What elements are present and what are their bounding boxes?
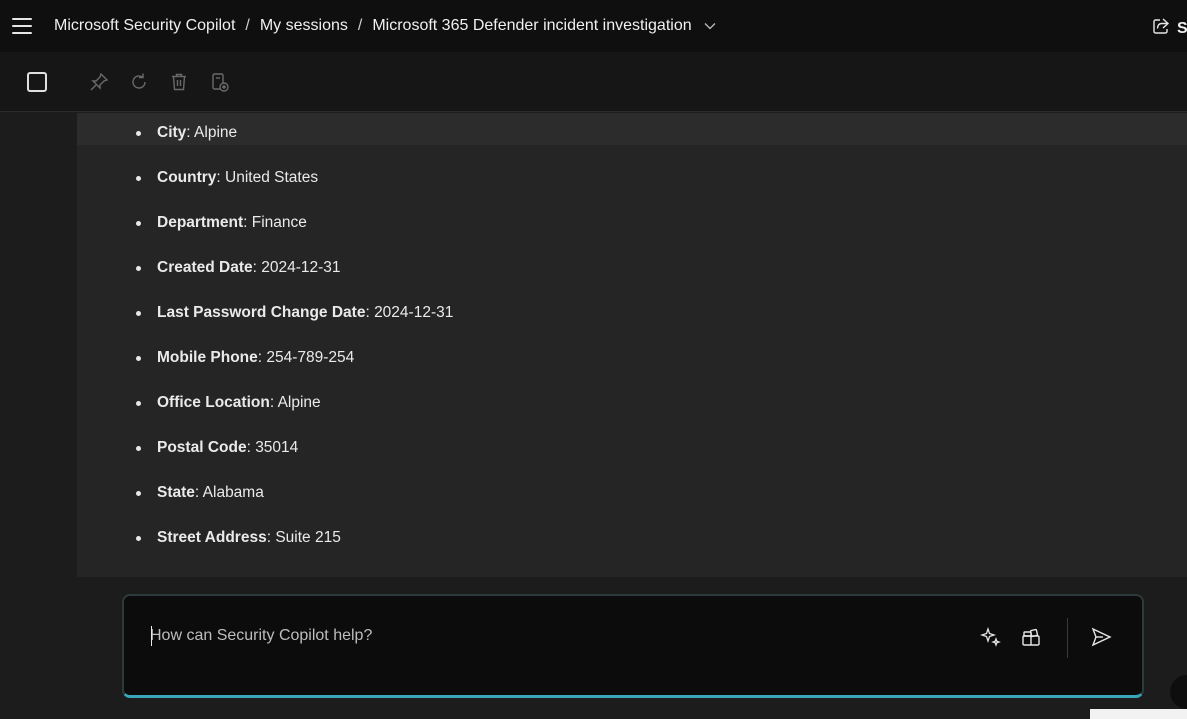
pin-icon[interactable] bbox=[88, 71, 110, 93]
select-all-checkbox[interactable] bbox=[27, 72, 47, 92]
detail-value: : 2024-12-31 bbox=[252, 259, 341, 276]
bullet bbox=[136, 266, 141, 271]
sparkle-icon[interactable] bbox=[979, 626, 1002, 648]
breadcrumb-app[interactable]: Microsoft Security Copilot bbox=[54, 17, 235, 35]
breadcrumb-separator: / bbox=[245, 17, 250, 34]
bullet bbox=[136, 176, 141, 181]
text-caret bbox=[151, 626, 152, 646]
prompt-box bbox=[122, 594, 1144, 698]
share-button[interactable]: S bbox=[1151, 16, 1187, 41]
breadcrumb-my-sessions[interactable]: My sessions bbox=[260, 17, 348, 35]
top-bar: Microsoft Security Copilot / My sessions… bbox=[0, 0, 1187, 52]
share-label: S bbox=[1177, 19, 1187, 37]
detail-value: : Alabama bbox=[194, 484, 264, 501]
detail-key: Last Password Change Date bbox=[157, 304, 366, 321]
detail-value: : Suite 215 bbox=[266, 529, 341, 546]
detail-value: : Alpine bbox=[186, 124, 238, 141]
detail-key: Mobile Phone bbox=[157, 349, 258, 366]
detail-value: : 254-789-254 bbox=[257, 349, 355, 366]
floating-action-button[interactable] bbox=[1170, 675, 1187, 709]
prompt-input[interactable] bbox=[150, 624, 930, 648]
prompt-book-icon[interactable] bbox=[1020, 626, 1042, 648]
refresh-icon[interactable] bbox=[128, 71, 150, 93]
notification-edge bbox=[1090, 709, 1187, 719]
detail-value: : 2024-12-31 bbox=[365, 304, 454, 321]
bullet bbox=[136, 491, 141, 496]
hamburger-menu-icon[interactable] bbox=[12, 18, 32, 34]
detail-key: Office Location bbox=[157, 394, 270, 411]
send-icon[interactable] bbox=[1090, 626, 1112, 648]
detail-value: : Alpine bbox=[269, 394, 321, 411]
left-gutter bbox=[0, 113, 77, 719]
session-toolbar bbox=[0, 52, 1187, 112]
bullet bbox=[136, 536, 141, 541]
bullet bbox=[136, 446, 141, 451]
detail-key: City bbox=[157, 124, 187, 141]
chevron-down-icon[interactable] bbox=[704, 19, 718, 33]
detail-key: State bbox=[157, 484, 195, 501]
bullet bbox=[136, 311, 141, 316]
trash-icon[interactable] bbox=[168, 71, 190, 93]
breadcrumb-session-title[interactable]: Microsoft 365 Defender incident investig… bbox=[372, 17, 691, 35]
highlighted-row bbox=[77, 113, 1187, 145]
detail-key: Street Address bbox=[157, 529, 267, 546]
share-icon bbox=[1151, 16, 1171, 41]
detail-value: : 35014 bbox=[246, 439, 299, 456]
detail-key: Department bbox=[157, 214, 244, 231]
detail-key: Postal Code bbox=[157, 439, 247, 456]
detail-value: : United States bbox=[216, 169, 319, 186]
bullet bbox=[136, 221, 141, 226]
detail-key: Country bbox=[157, 169, 217, 186]
bullet bbox=[136, 356, 141, 361]
breadcrumb: Microsoft Security Copilot / My sessions… bbox=[54, 17, 718, 35]
detail-key: Created Date bbox=[157, 259, 253, 276]
breadcrumb-separator: / bbox=[357, 17, 363, 34]
detail-value: : Finance bbox=[243, 214, 307, 231]
bullet bbox=[136, 131, 141, 136]
divider bbox=[1067, 618, 1068, 658]
pinboard-add-icon[interactable] bbox=[209, 71, 231, 93]
bullet bbox=[136, 401, 141, 406]
